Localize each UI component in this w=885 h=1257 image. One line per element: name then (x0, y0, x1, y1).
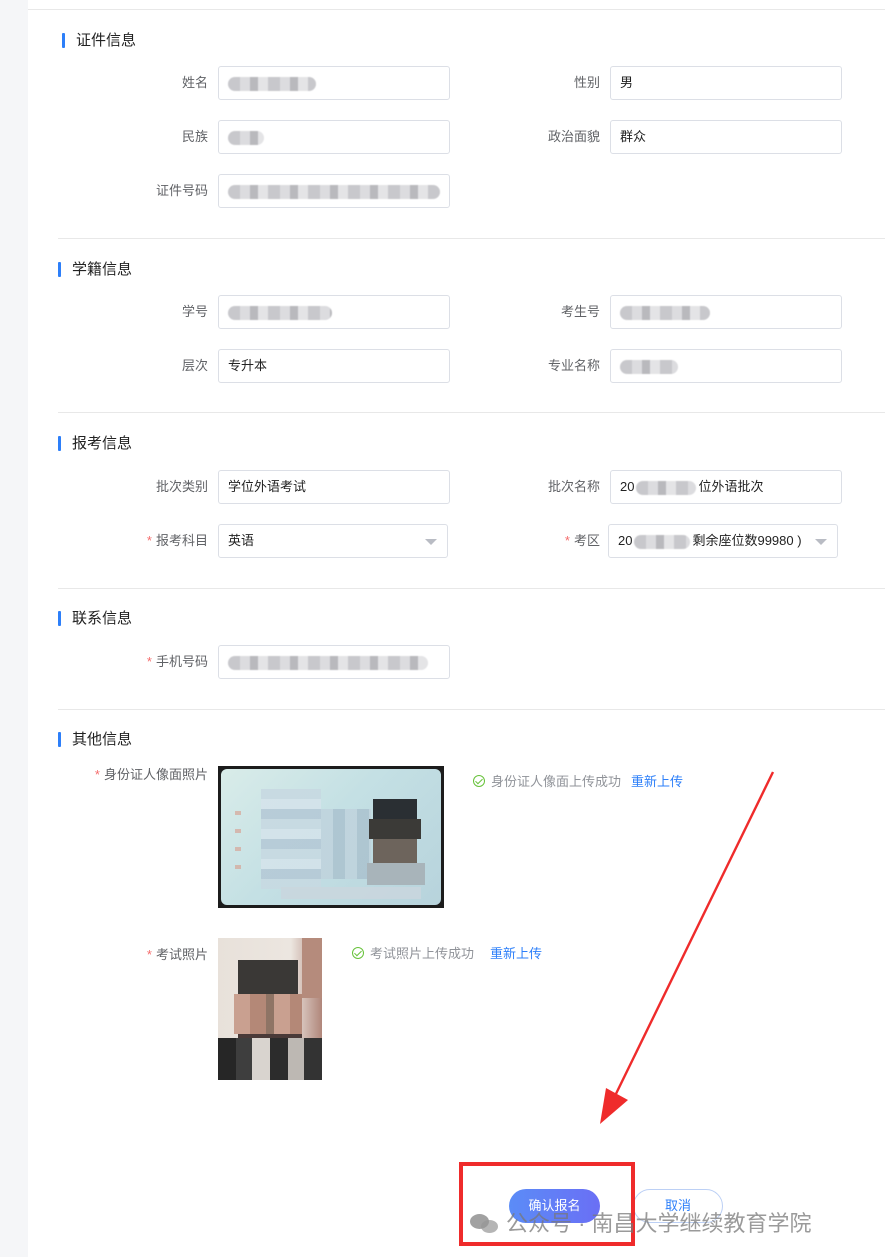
annotation-arrow (600, 771, 775, 1124)
watermark: 公众号 · 南昌大学继续教育学院 (470, 1206, 812, 1238)
wechat-icon (470, 1212, 500, 1234)
